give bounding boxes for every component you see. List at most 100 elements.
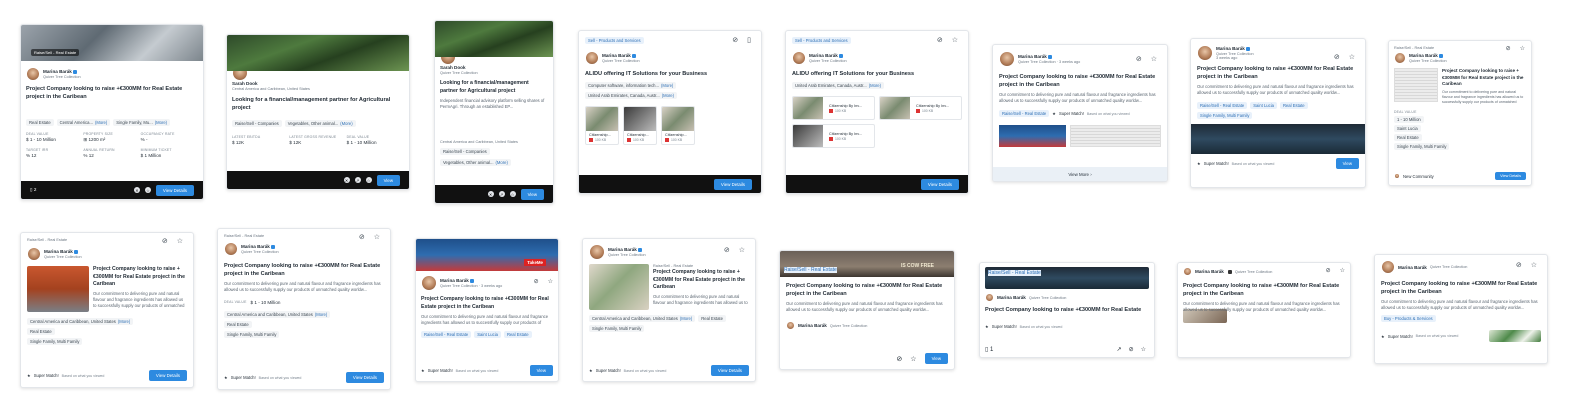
document-thumbnail[interactable]: Citizenship By Inv... 100 KB: [879, 96, 962, 121]
listing-title[interactable]: Project Company looking to raise +€300MM…: [999, 73, 1161, 89]
hide-icon[interactable]: ⊘: [1326, 267, 1331, 274]
listing-card-14[interactable]: Raise/Sell - Real Estate Marina Barák Qu…: [979, 262, 1155, 358]
bookmark-icon[interactable]: ▯: [747, 36, 751, 44]
hide-icon[interactable]: ⊘: [732, 36, 738, 44]
view-details-button[interactable]: View Details: [920, 178, 959, 190]
star-icon[interactable]: ☆: [1340, 267, 1345, 274]
tag-category: Raise/Sell - Companies: [440, 148, 490, 156]
hide-icon[interactable]: ⊘: [1334, 53, 1340, 61]
listing-title[interactable]: Looking for a financial/management partn…: [440, 80, 548, 95]
listing-card-6[interactable]: ⊘ ☆ Marina Barák Quiver Tree Collection ·…: [992, 44, 1168, 182]
view-button[interactable]: View: [376, 174, 400, 186]
bookmark-icon[interactable]: ☆: [365, 177, 372, 183]
verified-icon: [1438, 53, 1443, 58]
listing-title[interactable]: ALIDU offering IT Solutions for your Bus…: [792, 70, 962, 78]
view-details-button[interactable]: View Details: [713, 178, 752, 190]
share-icon[interactable]: ↗: [498, 191, 505, 197]
document-thumbnail[interactable]: Citizenship... 100 KB: [661, 106, 695, 146]
hide-icon[interactable]: ⊘: [162, 237, 168, 245]
hide-icon[interactable]: ✕: [487, 191, 494, 197]
hide-icon[interactable]: ⊘: [1506, 45, 1511, 52]
listing-card-15[interactable]: ⊘ ☆ Marina Barák Quiver Tree Collection P…: [1177, 262, 1351, 358]
owner-row[interactable]: Marina Barák Quiver Tree Collection: [985, 293, 1149, 302]
star-icon[interactable]: ☆: [1520, 45, 1525, 52]
star-icon[interactable]: ☆: [1349, 53, 1355, 61]
view-more-footer[interactable]: View More ›: [993, 167, 1167, 181]
listing-card-13[interactable]: IS COW FREE Raise/Sell - Real Estate Pro…: [779, 250, 955, 370]
view-button[interactable]: View: [529, 365, 553, 376]
category-badge: Raise/Sell - Real Estate: [784, 267, 837, 273]
listing-title[interactable]: Project Company looking to raise +€300MM…: [653, 269, 749, 292]
owner-row[interactable]: Marina Barák Quiver Tree Collection: [1394, 52, 1526, 64]
listing-card-2[interactable]: Sarah Dook Central America and Caribbean…: [226, 34, 410, 190]
listing-card-8[interactable]: ⊘ ☆ Raise/Sell - Real Estate Marina Barák…: [1388, 40, 1532, 186]
listing-title[interactable]: Project Company looking to raise +€300MM…: [1197, 65, 1359, 81]
star-icon[interactable]: ☆: [1531, 261, 1537, 269]
listing-card-5[interactable]: Sell - Products and Services ⊘ ☆ Marina B…: [785, 30, 969, 194]
star-icon[interactable]: ☆: [1151, 55, 1157, 63]
star-icon[interactable]: ☆: [910, 355, 916, 363]
owner-name: Marina Barák: [440, 278, 469, 283]
hide-icon[interactable]: ⊘: [724, 246, 730, 254]
bookmark-icon[interactable]: ☆: [509, 191, 516, 197]
view-details-button[interactable]: View Details: [148, 370, 187, 381]
star-icon[interactable]: ☆: [952, 36, 958, 44]
listing-title[interactable]: Project Company looking to raise +€300MM…: [985, 306, 1149, 314]
share-icon[interactable]: ↗: [354, 177, 361, 183]
listing-card-16[interactable]: ⊘ ☆ Marina Barák Quiver Tree Collection P…: [1374, 254, 1548, 364]
hide-icon[interactable]: ⊘: [534, 278, 539, 285]
star-icon[interactable]: ☆: [739, 246, 745, 254]
listing-title[interactable]: Project Company looking to raise +€300MM…: [93, 266, 187, 289]
listing-title[interactable]: Project Company looking to raise +€300MM…: [421, 296, 553, 311]
owner-row[interactable]: Marina Barák Quiver Tree Collection: [792, 51, 962, 65]
view-button[interactable]: View: [924, 353, 948, 364]
tag-property-type: Single Family, Multi Family: [27, 338, 83, 345]
listing-card-1[interactable]: Raise/Sell - Real Estate Marina Barák Qu…: [20, 24, 204, 200]
hide-icon[interactable]: ✕: [343, 177, 350, 183]
hide-icon[interactable]: ⊘: [1136, 55, 1142, 63]
owner-row[interactable]: Marina Barák Quiver Tree Collection: [224, 242, 384, 256]
listing-card-11[interactable]: TakeMe ⊘ ☆ Marina Barák Quiver Tree Colle…: [415, 238, 559, 382]
document-thumbnail[interactable]: Citizenship By Inv... 100 KB: [792, 96, 875, 121]
listing-card-12[interactable]: ⊘ ☆ Marina Barák Quiver Tree Collection R…: [582, 238, 756, 382]
hide-icon[interactable]: ⊘: [1516, 261, 1522, 269]
hide-icon[interactable]: ⊘: [896, 355, 902, 363]
share-icon[interactable]: ↗: [1117, 346, 1122, 353]
listing-card-7[interactable]: ⊘ ☆ Marina Barák Quiver Tree Collection 3…: [1190, 38, 1366, 188]
listing-title[interactable]: Looking for a financial/management partn…: [232, 96, 404, 112]
listing-title[interactable]: Project Company looking to raise +€300MM…: [1381, 280, 1541, 296]
hide-icon[interactable]: ⊘: [937, 36, 943, 44]
owner-row[interactable]: Marina Barák Quiver Tree Collection: [26, 67, 198, 81]
view-button[interactable]: View: [1335, 158, 1359, 170]
view-details-button[interactable]: View Details: [155, 184, 194, 196]
star-icon[interactable]: ☆: [177, 237, 183, 245]
star-icon[interactable]: ☆: [374, 233, 380, 241]
hide-icon[interactable]: ⊘: [359, 233, 365, 241]
view-details-button[interactable]: View Details: [710, 365, 749, 376]
star-icon[interactable]: ☆: [548, 278, 553, 285]
document-thumbnail[interactable]: Citizenship... 100 KB: [585, 106, 619, 146]
listing-title[interactable]: Project Company looking to raise +€300MM…: [26, 85, 198, 101]
listing-title[interactable]: ALIDU offering IT Solutions for your Bus…: [585, 70, 755, 78]
listing-title[interactable]: Project Company looking to raise +€300MM…: [786, 282, 948, 298]
document-thumbnail[interactable]: Citizenship... 100 KB: [623, 106, 657, 146]
owner-row[interactable]: Marina Barák Quiver Tree Collection: [786, 321, 948, 331]
listing-title[interactable]: Project Company looking to raise +€300MM…: [1183, 282, 1345, 298]
listing-title[interactable]: Project Company looking to raise +€300MM…: [224, 262, 384, 278]
owner-row[interactable]: Marina Barák Quiver Tree Collection: [27, 247, 187, 261]
listing-card-9[interactable]: Raise/Sell - Real Estate ⊘ ☆ Marina Barák…: [20, 232, 194, 388]
document-thumbnail[interactable]: Citizenship By Inv... 100 KB: [792, 124, 875, 149]
listing-card-3[interactable]: Sarah Dook Quiver Tree Collection Lookin…: [434, 20, 554, 204]
owner-row[interactable]: Marina Barák Quiver Tree Collection: [585, 51, 755, 65]
owner-row[interactable]: Marina Barák Quiver Tree Collection: [1183, 267, 1345, 276]
hide-icon[interactable]: ✕: [133, 187, 140, 193]
listing-card-4[interactable]: Sell - Products and Services ⊘ ▯ Marina B…: [578, 30, 762, 194]
star-icon[interactable]: ☆: [1141, 346, 1146, 353]
bookmark-icon[interactable]: ☆: [144, 187, 151, 193]
listing-title[interactable]: Project Company looking to raise +€300MM…: [1442, 68, 1526, 88]
view-details-button[interactable]: View Details: [1495, 172, 1526, 180]
view-button[interactable]: View: [520, 188, 544, 200]
view-details-button[interactable]: View Details: [345, 372, 384, 383]
hide-icon[interactable]: ⊘: [1129, 346, 1134, 353]
listing-card-10[interactable]: Raise/Sell - Real Estate ⊘ ☆ Marina Barák…: [217, 228, 391, 390]
